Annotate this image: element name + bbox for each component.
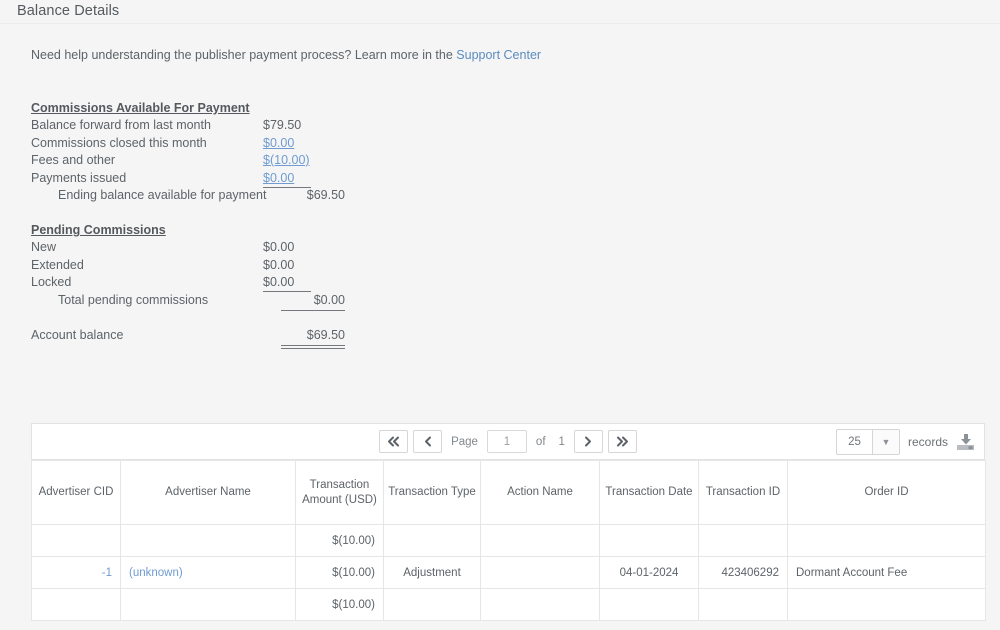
records-per-page-area: 25 ▼ records: [835, 424, 975, 459]
commissions-available-heading: Commissions Available For Payment: [31, 101, 250, 115]
summary-row: Balance forward from last month $79.50: [31, 118, 301, 136]
cell-transaction-id: [698, 524, 788, 557]
cell-transaction-type: Adjustment: [383, 556, 481, 589]
records-per-page-select[interactable]: 25 ▼: [835, 428, 900, 455]
summary-row-value: $0.00: [263, 275, 295, 289]
table-row: -1 (unknown) $(10.00) Adjustment 04-01-2…: [31, 556, 986, 589]
summary-row-label: Fees and other: [31, 153, 116, 167]
cell-advertiser-name: (unknown): [120, 556, 296, 589]
cell-order-id: Dormant Account Fee: [787, 556, 986, 589]
commissions-available-section: Commissions Available For Payment Balanc…: [31, 101, 345, 207]
cell-transaction-date: 04-01-2024: [599, 556, 699, 589]
cell-transaction-amount: $(10.00): [295, 588, 384, 621]
records-label: records: [907, 434, 948, 449]
summary-row-value: $79.50: [263, 118, 302, 132]
cell-action-name: [480, 556, 600, 589]
cell-order-id: [787, 524, 986, 557]
summary-row-value: $0.00: [263, 257, 295, 272]
help-text: Need help understanding the publisher pa…: [31, 48, 541, 62]
table-row: $(10.00): [31, 588, 986, 621]
summary-row: Commissions closed this month $0.00: [31, 135, 294, 154]
previous-page-button[interactable]: [413, 430, 443, 453]
summary-row-label: Payments issued: [31, 170, 127, 185]
summary-row-value-link[interactable]: $(10.00): [263, 153, 310, 167]
cell-transaction-date: [599, 524, 699, 557]
account-balance-rule-bottom: [281, 348, 345, 349]
advertiser-name-link[interactable]: (unknown): [129, 567, 183, 579]
download-icon[interactable]: [956, 433, 975, 451]
next-page-button[interactable]: [573, 430, 603, 453]
summary-total-value: $69.50: [306, 188, 345, 202]
cell-transaction-amount: $(10.00): [295, 556, 384, 589]
summary-total-value: $0.00: [313, 292, 345, 307]
cell-transaction-id: [698, 588, 788, 621]
support-center-link[interactable]: Support Center: [456, 48, 541, 62]
chevron-down-icon: ▼: [871, 429, 899, 454]
column-header-transaction-date[interactable]: Transaction Date: [599, 460, 699, 525]
summary-row-value-link[interactable]: $0.00: [263, 171, 294, 185]
cell-transaction-id: 423406292: [698, 556, 788, 589]
summary-row: Fees and other $(10.00): [31, 153, 310, 171]
summary-total-label: Ending balance available for payment: [58, 188, 267, 202]
column-header-transaction-amount[interactable]: Transaction Amount (USD): [295, 460, 384, 525]
pending-commissions-section: Pending Commissions New $0.00 Extended $…: [31, 223, 345, 312]
account-balance-value: $69.50: [306, 328, 345, 342]
column-header-transaction-type[interactable]: Transaction Type: [383, 460, 481, 525]
transactions-table: Advertiser CID Advertiser Name Transacti…: [31, 460, 986, 621]
cell-advertiser-cid: [31, 588, 121, 621]
summary-total-label: Total pending commissions: [58, 292, 209, 307]
page-title: Balance Details: [17, 3, 120, 19]
first-page-button[interactable]: [379, 430, 409, 453]
column-header-advertiser-name[interactable]: Advertiser Name: [120, 460, 296, 525]
summary-row-label: Extended: [31, 257, 84, 272]
cell-transaction-type: [383, 588, 481, 621]
cell-advertiser-cid: [31, 524, 121, 557]
page-label: Page: [451, 435, 478, 448]
total-pages-label: 1: [558, 435, 565, 448]
page-number-input[interactable]: [486, 430, 527, 453]
records-per-page-value: 25: [848, 435, 861, 448]
total-rule: [281, 309, 345, 311]
cell-transaction-amount: $(10.00): [295, 524, 384, 557]
table-row: $(10.00): [31, 524, 986, 557]
summary-row-label: Locked: [31, 275, 72, 289]
cell-transaction-type: [383, 524, 481, 557]
column-header-transaction-id[interactable]: Transaction ID: [698, 460, 788, 525]
advertiser-cid-link[interactable]: -1: [102, 567, 112, 579]
column-header-action-name[interactable]: Action Name: [480, 460, 600, 525]
cell-order-id: [787, 588, 986, 621]
summary-row-value-link[interactable]: $0.00: [263, 136, 294, 150]
account-balance-label: Account balance: [31, 328, 124, 342]
cell-transaction-date: [599, 588, 699, 621]
account-balance-rule-top: [281, 345, 345, 346]
summary-row: New $0.00: [31, 240, 294, 258]
column-header-advertiser-cid[interactable]: Advertiser CID: [31, 460, 121, 525]
last-page-button[interactable]: [607, 430, 637, 453]
summary-row-label: Balance forward from last month: [31, 118, 211, 132]
cell-action-name: [480, 524, 600, 557]
cell-advertiser-name: [120, 524, 296, 557]
summary-total-row: Total pending commissions $0.00: [31, 293, 345, 312]
summary-row: Extended $0.00: [31, 257, 294, 276]
table-toolbar: Page of 1 25 ▼ records: [31, 423, 985, 460]
summary-row: Locked $0.00: [31, 275, 311, 293]
summary-row-label: Commissions closed this month: [31, 135, 207, 150]
cell-advertiser-cid: -1: [31, 556, 121, 589]
of-label: of: [535, 435, 546, 448]
cell-action-name: [480, 588, 600, 621]
summary-row-value: $0.00: [263, 240, 295, 254]
title-divider: [0, 23, 1000, 24]
column-header-order-id[interactable]: Order ID: [787, 460, 986, 525]
pending-commissions-heading: Pending Commissions: [31, 223, 166, 237]
summary-row: Payments issued $0.00: [31, 170, 311, 189]
help-text-label: Need help understanding the publisher pa…: [31, 48, 457, 62]
transactions-panel: Page of 1 25 ▼ records: [31, 423, 986, 621]
summary-row-label: New: [31, 240, 57, 254]
table-header-row: Advertiser CID Advertiser Name Transacti…: [31, 460, 986, 525]
summary-total-row: Ending balance available for payment $69…: [31, 188, 345, 207]
cell-advertiser-name: [120, 588, 296, 621]
